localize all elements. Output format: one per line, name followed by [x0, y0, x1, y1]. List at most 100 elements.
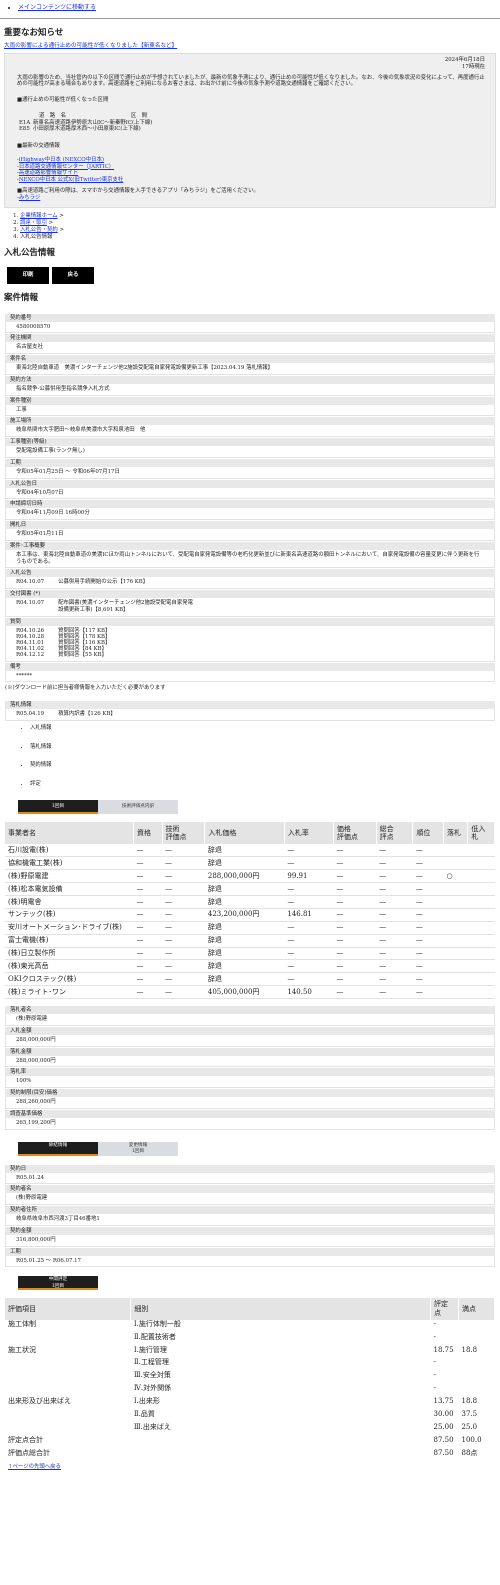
section-item[interactable]: 契約情報	[30, 762, 500, 769]
eval-cell	[5, 1384, 131, 1397]
eval-cell	[458, 1384, 494, 1397]
info-field: 契約制限(目安)価格 288,260,000円	[5, 1088, 495, 1109]
bid-col-header: 総合 評点	[376, 821, 414, 844]
app-link[interactable]: みちラジ	[19, 195, 40, 201]
bid-cell: —	[162, 934, 205, 948]
info-field: 契約金額 316,800,000円	[5, 1225, 495, 1247]
back-button[interactable]: 戻る	[52, 266, 94, 284]
case-heading: 案件情報	[4, 292, 39, 303]
eval-cell: Ⅱ.工程管理	[133, 1358, 169, 1367]
bid-cell: —	[162, 856, 205, 871]
field-value: 本工事は、東海北陸自動車道の美濃ICほか両山トンネルにおいて、受配電自家発電設備…	[5, 549, 495, 569]
field-label: 契約金額	[5, 1225, 495, 1235]
section-item[interactable]: 落札情報	[30, 744, 500, 751]
eval-row: 出来形及び出来ばえ Ⅰ.出来形 13.75 18.8	[5, 1397, 495, 1410]
shitsumon-field: 質問 R04.10.26 質問回答【117 KB】 R04.10.28 質問回答【17…	[5, 616, 495, 662]
bid-cell	[443, 921, 468, 935]
eval-col-header: 細別	[130, 1298, 431, 1320]
eval-cell	[5, 1358, 131, 1371]
bid-cell: —	[333, 908, 377, 922]
eval-cell	[458, 1358, 494, 1371]
case-fields: 契約番号 4580008570 発注機関 名古屋支社 案件名 東海北陸自動車道 美濃インタ…	[0, 312, 500, 569]
traffic-link[interactable]: NEXCO中日本 公式X(旧Twitter)東京支社	[19, 177, 123, 183]
field-value: 東海北陸自動車道 美濃インターチェンジ他2施設受配電自家発電設備更新工事【202…	[5, 363, 495, 375]
eval-cell: 出来形及び出来ばえ	[8, 1397, 71, 1406]
info-field: 発注機関 名古屋支社	[5, 333, 495, 355]
info-field: 契約方法 指名競争-公募併用型指名競争入札方式	[5, 374, 495, 396]
col-road-header: 道 路 名	[39, 112, 66, 119]
traffic-link-item: -日本道路交通情報センター（JARTIC）	[17, 163, 115, 170]
bid-col-header: 事業者名	[5, 821, 134, 844]
eval-row: 評定点合計 87.50 100.0	[5, 1436, 495, 1449]
road-section: 伊勢原大山IC～新秦野IC(上下線)	[71, 119, 153, 126]
eval-row: Ⅲ.出来ばえ 25.00 25.0	[5, 1423, 495, 1436]
traffic-link[interactable]: 高速道路影響情報サイト	[19, 170, 78, 176]
eval-cell: Ⅳ.対外関係	[133, 1384, 172, 1393]
info-field: 施工場所 岐阜県関市大字肥田～岐阜県美濃市大字和泉池田 他	[5, 416, 495, 438]
bid-cell: —	[412, 843, 444, 858]
notice-link[interactable]: 大雨の影響による通行止めの可能性が低くなりました【新東名など】	[4, 43, 177, 49]
bid-cell	[467, 921, 495, 935]
bid-cell: —	[162, 843, 205, 858]
tab-eval-1[interactable]: 中間評定 1回目	[18, 1276, 98, 1291]
bid-cell: —	[376, 947, 413, 961]
tab-contract-0[interactable]: 締結情報	[18, 1141, 98, 1156]
bid-cell: 安川オートメーション･ドライブ(株)	[5, 921, 134, 935]
doc-link[interactable]: 質問回答【55 KB】	[58, 652, 107, 658]
bid-cell: —	[412, 895, 444, 909]
traffic-link[interactable]: iHighway中日本 (NEXCO中日本)	[19, 157, 104, 163]
skip-to-main-link[interactable]: メインコンテンツに移動する	[18, 4, 96, 11]
bid-cell: —	[133, 959, 163, 974]
eval-cell: 18.75	[433, 1345, 454, 1354]
eval-row: Ⅱ.品質 30.00 37.5	[5, 1410, 495, 1423]
tab-bid-1[interactable]: 技術評価点内訳	[98, 799, 178, 814]
section-item[interactable]: 入札情報	[30, 725, 500, 732]
field-value: 令和04年10月07日	[5, 487, 495, 500]
breadcrumb-link[interactable]: 入札公告・契約	[20, 227, 58, 233]
notice-heading: 重要なお知らせ	[4, 27, 64, 38]
breadcrumb-item[interactable]: 企業情報ホーム >	[20, 213, 500, 220]
eval-cell: 30.00	[433, 1410, 454, 1419]
bid-cell: —	[133, 843, 163, 858]
breadcrumb-item[interactable]: 入札公告・契約 >	[20, 227, 500, 234]
bid-cell: サンテック(株)	[5, 908, 134, 922]
field-value: 令和04年11月09日 16時00分	[5, 508, 495, 521]
notice-date: 2024年6月18日	[444, 57, 485, 64]
section-item[interactable]: 評定	[30, 781, 500, 788]
field-value: 100%	[5, 1076, 495, 1089]
bid-cell	[443, 934, 468, 948]
breadcrumb-item[interactable]: 調達・取引 >	[20, 220, 500, 227]
info-field: 申請締切日時 令和04年11月09日 16時00分	[5, 499, 495, 521]
bid-cell: (株)東光高岳	[5, 959, 134, 974]
info-field: 工期 令和05年01月25日 〜 令和06年07月17日	[5, 457, 495, 479]
rakusatsu-info-field: 落札情報 R05.04.19 積算内訳書【126 KB】	[5, 700, 495, 721]
doc-link[interactable]: 配布図書(美濃インターチェンジ他2施設受配電自家発電 設備更新工事)【8,691 …	[58, 600, 193, 614]
eval-cell: Ⅰ.出来形	[133, 1397, 160, 1406]
info-field: 契約日 R05.01.24	[5, 1163, 495, 1185]
bid-cell: —	[333, 895, 377, 909]
doc-link-line2: 設備更新工事)【8,691 KB】	[58, 606, 129, 613]
bid-cell: —	[133, 985, 163, 1000]
bid-cell: 辞退	[204, 959, 285, 974]
breadcrumb-link[interactable]: 企業情報ホーム	[20, 213, 58, 219]
field-value: 4580008570	[5, 321, 495, 334]
traffic-link[interactable]: 日本道路交通情報センター（JARTIC）	[19, 164, 114, 170]
doc-link[interactable]: 積算内訳書【126 KB】	[58, 711, 116, 718]
doc-link[interactable]: 公募併用手続開始の公示【176 KB】	[58, 579, 148, 586]
important-notice: 重要なお知らせ 大雨の影響による通行止めの可能性が低くなりました【新東名など】 …	[4, 28, 496, 209]
eval-cell: 施工体制	[8, 1319, 36, 1328]
field-label: 質問	[5, 616, 495, 626]
bid-cell: —	[333, 882, 377, 896]
breadcrumb-link[interactable]: 調達・取引	[20, 220, 47, 226]
eval-cell: 13.75	[433, 1397, 454, 1406]
tab-contract-1[interactable]: 変更情報 1回目	[98, 1141, 178, 1156]
page-top-link[interactable]: ↑ページの先頭へ戻る	[8, 1464, 61, 1470]
eval-cell: 18.8	[461, 1397, 478, 1406]
bid-cell	[467, 959, 495, 974]
bid-cell: —	[133, 934, 163, 948]
print-button[interactable]: 印刷	[7, 266, 49, 284]
road-code: E85	[19, 126, 30, 133]
info-field: 調査基準価格 265,199,200円	[5, 1108, 495, 1130]
tab-bid-0[interactable]: 1回目	[18, 799, 98, 814]
eval-table: 評価項目 細別 評定 点満点 施工体制 Ⅰ.施行体制一般 - Ⅱ.配置技術者 - 施工状況 Ⅰ.…	[5, 1298, 496, 1461]
